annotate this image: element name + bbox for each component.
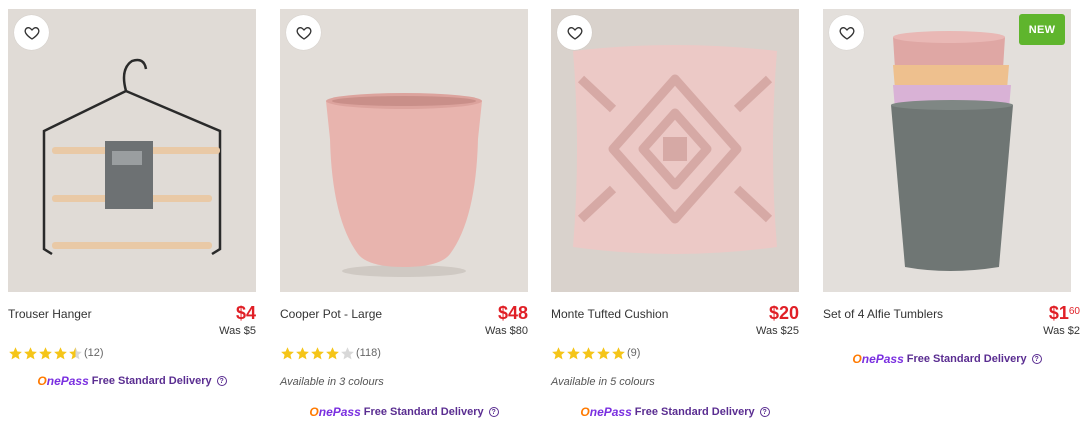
question-circle-icon[interactable]: ?: [759, 407, 770, 417]
star-icon: [296, 346, 309, 359]
was-price: Was $5: [219, 325, 256, 337]
star-icon: [612, 346, 625, 359]
rating[interactable]: (9): [551, 345, 640, 361]
price-main: $1: [1048, 303, 1069, 323]
review-count: (12): [84, 347, 104, 359]
product-card[interactable]: Cooper Pot - Large $48 Was $80 (118) Ava…: [280, 9, 528, 434]
was-price: Was $25: [755, 325, 799, 337]
product-image[interactable]: NEW: [823, 9, 1071, 292]
onepass-logo: OnePass: [37, 374, 89, 388]
onepass-delivery[interactable]: OnePass Free Standard Delivery ?: [551, 405, 799, 419]
onepass-logo: OnePass: [309, 405, 361, 419]
colours-note: Available in 3 colours: [280, 376, 384, 388]
product-title[interactable]: Set of 4 Alfie Tumblers: [823, 307, 943, 321]
product-price: $20: [769, 303, 799, 323]
product-price: $160: [1049, 303, 1080, 323]
question-circle-icon[interactable]: ?: [216, 376, 227, 386]
tumblers-image: [823, 9, 1071, 292]
star-icon: [281, 346, 294, 359]
colours-note: Available in 5 colours: [551, 376, 655, 388]
wishlist-button[interactable]: [557, 15, 592, 50]
star-icon: [597, 346, 610, 359]
question-circle-icon[interactable]: ?: [488, 407, 499, 417]
wishlist-button[interactable]: [14, 15, 49, 50]
wishlist-button[interactable]: [829, 15, 864, 50]
heart-outline-icon: [296, 26, 311, 40]
price-main: $4: [235, 303, 256, 323]
heart-outline-icon: [839, 26, 854, 40]
product-image[interactable]: [8, 9, 256, 292]
price-main: $48: [497, 303, 528, 323]
review-count: (9): [627, 347, 641, 359]
star-icon: [326, 346, 339, 359]
product-title[interactable]: Trouser Hanger: [8, 307, 92, 321]
was-price: Was $2: [1043, 325, 1080, 337]
onepass-delivery[interactable]: OnePass Free Standard Delivery ?: [823, 352, 1071, 366]
rating[interactable]: (118): [280, 345, 381, 361]
cooper-pot-image: [280, 9, 528, 292]
onepass-delivery[interactable]: OnePass Free Standard Delivery ?: [8, 374, 256, 388]
delivery-label: Free Standard Delivery: [363, 406, 484, 418]
star-icon: [552, 346, 565, 359]
heart-outline-icon: [567, 26, 582, 40]
star-rating: [551, 346, 626, 361]
price-main: $20: [768, 303, 799, 323]
rating[interactable]: (12): [8, 345, 104, 361]
star-icon: [54, 346, 67, 359]
star-icon: [341, 346, 354, 359]
product-title[interactable]: Monte Tufted Cushion: [551, 307, 668, 321]
star-icon: [9, 346, 22, 359]
star-icon: [567, 346, 580, 359]
heart-outline-icon: [24, 26, 39, 40]
product-card[interactable]: Trouser Hanger $4 Was $5 (12) OnePass Fr…: [8, 9, 256, 434]
product-image[interactable]: [280, 9, 528, 292]
question-circle-icon[interactable]: ?: [1031, 354, 1042, 364]
star-icon: [24, 346, 37, 359]
new-badge: NEW: [1019, 14, 1065, 45]
product-price: $48: [498, 303, 528, 323]
product-grid: Trouser Hanger $4 Was $5 (12) OnePass Fr…: [8, 9, 1080, 439]
star-icon: [582, 346, 595, 359]
product-title[interactable]: Cooper Pot - Large: [280, 307, 382, 321]
was-price: Was $80: [484, 325, 528, 337]
delivery-label: Free Standard Delivery: [634, 406, 755, 418]
delivery-label: Free Standard Delivery: [91, 375, 212, 387]
review-count: (118): [356, 347, 381, 359]
onepass-delivery[interactable]: OnePass Free Standard Delivery ?: [280, 405, 528, 419]
delivery-label: Free Standard Delivery: [906, 353, 1027, 365]
star-rating: [280, 346, 355, 361]
trouser-hanger-image: [8, 9, 256, 292]
star-rating: [8, 346, 83, 361]
star-icon: [39, 346, 52, 359]
star-icon: [69, 346, 82, 359]
price-cents: 60: [1068, 306, 1080, 317]
tufted-cushion-image: [551, 9, 799, 292]
product-image[interactable]: [551, 9, 799, 292]
product-card[interactable]: NEW Set of 4 Alfie Tumblers $160 Was $2 …: [823, 9, 1080, 434]
product-price: $4: [236, 303, 256, 323]
onepass-logo: OnePass: [580, 405, 632, 419]
product-card[interactable]: Monte Tufted Cushion $20 Was $25 (9) Ava…: [551, 9, 799, 434]
star-icon: [311, 346, 324, 359]
wishlist-button[interactable]: [286, 15, 321, 50]
onepass-logo: OnePass: [852, 352, 904, 366]
